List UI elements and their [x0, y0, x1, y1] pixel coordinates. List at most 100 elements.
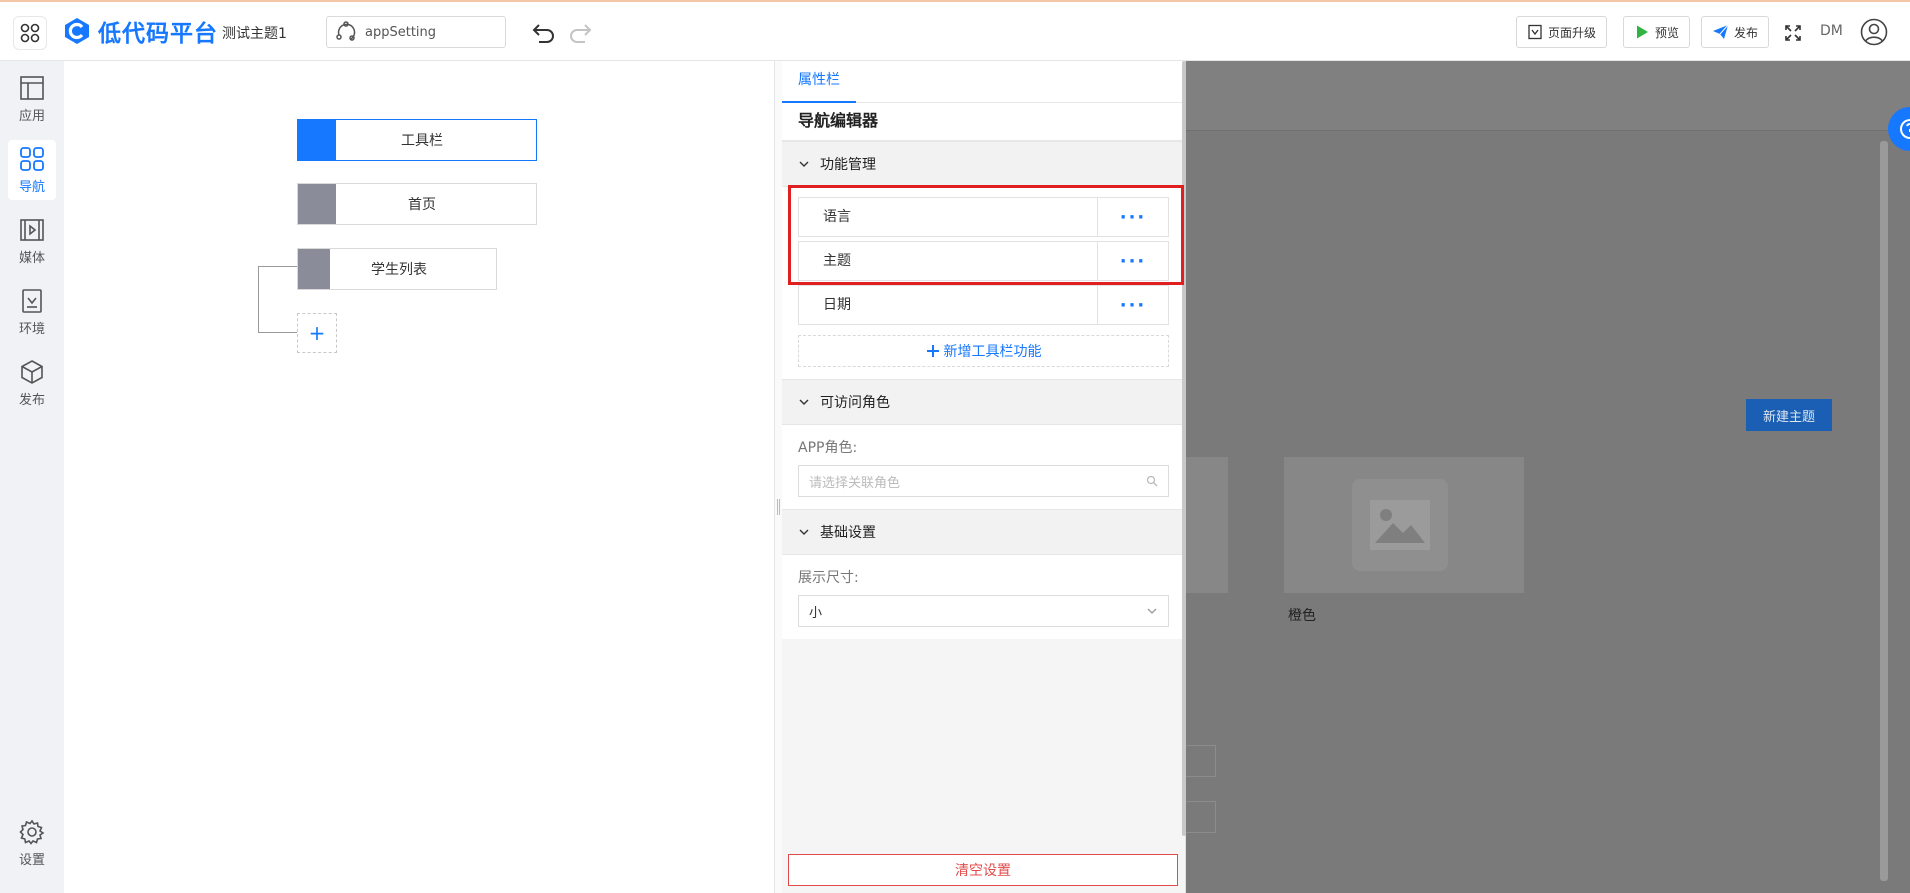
sidebar-item-settings[interactable]: 设置: [8, 813, 56, 873]
node-color-swatch: [298, 184, 336, 224]
add-nav-node-button[interactable]: +: [297, 313, 337, 353]
publish-button[interactable]: 发布: [1701, 16, 1770, 48]
chevron-down-icon: [799, 399, 809, 405]
more-options-button[interactable]: ···: [1098, 198, 1168, 236]
function-item-date[interactable]: 日期 ···: [798, 285, 1169, 325]
nav-node-label: 工具栏: [401, 133, 443, 149]
clear-settings-button[interactable]: 清空设置: [788, 854, 1178, 886]
undo-button[interactable]: [530, 20, 558, 46]
page-upgrade-button[interactable]: 页面升级: [1516, 16, 1608, 48]
user-avatar[interactable]: [1860, 18, 1888, 50]
media-icon: [20, 218, 44, 241]
image-placeholder-icon: [1352, 479, 1448, 571]
theme-caption: 橙色: [1288, 608, 1316, 624]
fullscreen-button[interactable]: [1784, 24, 1802, 46]
grid-icon: [20, 146, 44, 171]
new-theme-button: 新建主题: [1746, 399, 1832, 431]
section-title: 可访问角色: [820, 395, 890, 411]
logo-icon: [65, 18, 89, 44]
play-icon: [1637, 25, 1648, 39]
background-header: [1186, 61, 1910, 131]
sidebar-item-media[interactable]: 媒体: [8, 211, 56, 271]
sidebar-item-label: 发布: [18, 392, 45, 408]
sidebar-item-label: 导航: [18, 179, 45, 195]
logo-text: 低代码平台: [98, 21, 218, 47]
add-toolbar-function-button[interactable]: 新增工具栏功能: [798, 335, 1169, 367]
panel-scrollbar[interactable]: [1182, 61, 1186, 836]
plus-icon: +: [308, 321, 326, 345]
app-role-input[interactable]: 请选择关联角色: [798, 465, 1169, 497]
platform-logo[interactable]: 低代码平台: [62, 14, 218, 48]
fullscreen-icon: [1785, 25, 1801, 41]
app-role-placeholder: 请选择关联角色: [809, 475, 901, 491]
help-icon: [1900, 119, 1910, 139]
nav-node-label: 首页: [408, 197, 436, 213]
function-item-theme[interactable]: 主题 ···: [798, 241, 1169, 281]
function-item-label: 主题: [799, 242, 1098, 280]
section-basic-settings[interactable]: 基础设置: [782, 509, 1185, 555]
property-panel: 属性栏 导航编辑器 功能管理 语言 ··· 主题 ··· 日期 ··· 新增工具…: [782, 61, 1186, 893]
clear-settings-label: 清空设置: [955, 863, 1011, 879]
preview-label: 预览: [1655, 25, 1680, 40]
search-icon: [1146, 475, 1158, 487]
page-selector[interactable]: appSetting: [326, 16, 506, 48]
background-scrollbar: [1880, 141, 1888, 881]
redo-icon: [570, 24, 592, 43]
sidebar-item-label: 环境: [18, 321, 45, 337]
more-options-button[interactable]: ···: [1098, 242, 1168, 280]
nav-node-label: 学生列表: [371, 262, 427, 278]
nav-node-home[interactable]: 首页: [297, 183, 537, 225]
background-field: [1186, 745, 1216, 777]
redo-button[interactable]: [566, 20, 594, 46]
section-accessible-roles[interactable]: 可访问角色: [782, 379, 1185, 425]
layout-icon: [20, 75, 44, 100]
left-sidebar: 应用 导航 媒体 环境 发布 设置: [0, 61, 64, 893]
display-size-select[interactable]: 小: [798, 595, 1169, 627]
display-size-value: 小: [809, 605, 823, 621]
upgrade-icon: [1528, 24, 1542, 40]
sidebar-item-nav[interactable]: 导航: [8, 140, 56, 200]
app-grid-icon: [20, 23, 40, 43]
send-icon: [1713, 24, 1729, 39]
gear-icon: [19, 819, 45, 845]
publish-label: 发布: [1734, 25, 1759, 40]
settings-label: 设置: [18, 852, 45, 868]
nav-node-toolbar[interactable]: 工具栏: [297, 119, 537, 161]
background-page-overlay: 新建主题 橙色: [1186, 61, 1910, 893]
tab-properties[interactable]: 属性栏: [782, 61, 856, 103]
user-initials[interactable]: DM: [1820, 23, 1843, 39]
panel-title: 导航编辑器: [782, 103, 1185, 141]
env-icon: [22, 288, 42, 313]
function-list: 语言 ··· 主题 ··· 日期 ··· 新增工具栏功能: [782, 187, 1185, 379]
background-select: [1186, 801, 1216, 833]
function-item-label: 日期: [799, 286, 1098, 324]
more-options-button[interactable]: ···: [1098, 286, 1168, 324]
app-menu-button[interactable]: [13, 16, 47, 50]
page-select-value: appSetting: [365, 24, 437, 40]
panel-splitter[interactable]: [774, 61, 782, 893]
role-settings: APP角色: 请选择关联角色: [782, 425, 1185, 509]
chevron-down-icon: [1147, 608, 1157, 614]
app-role-label: APP角色:: [798, 440, 858, 456]
theme-card: [1186, 457, 1228, 593]
sidebar-item-env[interactable]: 环境: [8, 282, 56, 342]
nav-node-student-list[interactable]: 学生列表: [297, 248, 497, 290]
section-title: 功能管理: [820, 157, 876, 173]
drag-handle-icon: [777, 499, 780, 515]
chevron-down-icon: [799, 529, 809, 535]
preview-button[interactable]: 预览: [1623, 16, 1691, 48]
project-name: 测试主题1: [222, 26, 287, 42]
sidebar-item-label: 媒体: [18, 250, 45, 266]
user-icon: [1860, 18, 1888, 46]
node-color-swatch: [298, 120, 336, 160]
node-color-swatch: [298, 249, 330, 289]
function-item-language[interactable]: 语言 ···: [798, 197, 1169, 237]
undo-icon: [532, 24, 554, 43]
display-size-label: 展示尺寸:: [798, 570, 859, 586]
section-function-management[interactable]: 功能管理: [782, 141, 1185, 187]
cube-icon: [21, 359, 43, 384]
basic-settings: 展示尺寸: 小: [782, 555, 1185, 639]
page-upgrade-label: 页面升级: [1548, 25, 1597, 40]
sidebar-item-publish[interactable]: 发布: [8, 353, 56, 413]
sidebar-item-app[interactable]: 应用: [8, 69, 56, 129]
